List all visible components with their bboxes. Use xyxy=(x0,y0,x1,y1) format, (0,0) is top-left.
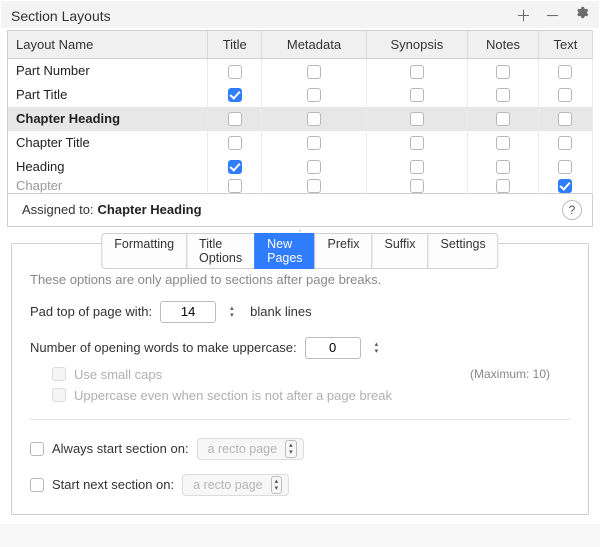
section-layouts-header: Section Layouts ＋ － xyxy=(1,1,599,28)
notes-checkbox[interactable] xyxy=(496,88,510,102)
notes-checkbox[interactable] xyxy=(496,65,510,79)
always-start-checkbox[interactable] xyxy=(30,442,44,456)
small-caps-checkbox xyxy=(52,367,66,381)
words-stepper[interactable]: ▴▾ xyxy=(375,341,387,355)
always-start-label: Always start section on: xyxy=(52,441,189,456)
text-checkbox[interactable] xyxy=(558,88,572,102)
layouts-table: Layout Name Title Metadata Synopsis Note… xyxy=(7,30,593,194)
title-checkbox[interactable] xyxy=(228,88,242,102)
notes-checkbox[interactable] xyxy=(496,136,510,150)
text-checkbox[interactable] xyxy=(558,136,572,150)
remove-icon[interactable]: － xyxy=(545,5,560,26)
title-checkbox[interactable] xyxy=(228,112,242,126)
table-row[interactable]: Part Title xyxy=(8,83,593,107)
panel-title: Section Layouts xyxy=(11,8,516,24)
add-icon[interactable]: ＋ xyxy=(516,5,531,26)
metadata-checkbox[interactable] xyxy=(307,88,321,102)
words-value-field[interactable] xyxy=(305,337,361,359)
uppercase-always-label: Uppercase even when section is not after… xyxy=(74,388,392,403)
text-checkbox[interactable] xyxy=(558,160,572,174)
synopsis-checkbox[interactable] xyxy=(410,65,424,79)
text-checkbox[interactable] xyxy=(558,179,572,193)
tab-suffix[interactable]: Suffix xyxy=(372,233,429,269)
synopsis-checkbox[interactable] xyxy=(410,88,424,102)
metadata-checkbox[interactable] xyxy=(307,136,321,150)
assigned-value: Chapter Heading xyxy=(98,202,202,217)
assigned-label: Assigned to: xyxy=(22,202,94,217)
layout-name-cell[interactable]: Part Number xyxy=(8,59,208,83)
pad-suffix: blank lines xyxy=(250,304,311,319)
synopsis-checkbox[interactable] xyxy=(410,112,424,126)
max-note: (Maximum: 10) xyxy=(470,367,570,381)
uppercase-always-checkbox xyxy=(52,388,66,402)
metadata-checkbox[interactable] xyxy=(307,65,321,79)
tab-title-options[interactable]: Title Options xyxy=(186,233,255,269)
start-next-checkbox[interactable] xyxy=(30,478,44,492)
synopsis-checkbox[interactable] xyxy=(410,179,424,193)
help-icon[interactable]: ? xyxy=(562,200,582,220)
pane-note: These options are only applied to sectio… xyxy=(30,272,570,287)
layout-name-cell[interactable]: Chapter Heading xyxy=(8,107,208,131)
metadata-checkbox[interactable] xyxy=(307,179,321,193)
col-layout-name[interactable]: Layout Name xyxy=(8,31,208,59)
pad-stepper[interactable]: ▴▾ xyxy=(230,305,242,319)
col-title[interactable]: Title xyxy=(208,31,262,59)
metadata-checkbox[interactable] xyxy=(307,112,321,126)
tab-new-pages[interactable]: New Pages xyxy=(254,233,315,269)
title-checkbox[interactable] xyxy=(228,136,242,150)
col-metadata[interactable]: Metadata xyxy=(262,31,366,59)
notes-checkbox[interactable] xyxy=(496,179,510,193)
text-checkbox[interactable] xyxy=(558,112,572,126)
pad-input[interactable] xyxy=(161,304,215,319)
layout-name-cell[interactable]: Part Title xyxy=(8,83,208,107)
words-label: Number of opening words to make uppercas… xyxy=(30,340,297,355)
title-checkbox[interactable] xyxy=(228,65,242,79)
metadata-checkbox[interactable] xyxy=(307,160,321,174)
table-row[interactable]: Chapter xyxy=(8,179,593,194)
col-notes[interactable]: Notes xyxy=(468,31,539,59)
layout-name-cell[interactable]: Chapter Title xyxy=(8,131,208,155)
options-tabset: FormattingTitle OptionsNew PagesPrefixSu… xyxy=(11,243,589,515)
chevron-updown-icon: ▴▾ xyxy=(271,476,283,494)
pad-label: Pad top of page with: xyxy=(30,304,152,319)
notes-checkbox[interactable] xyxy=(496,112,510,126)
col-text[interactable]: Text xyxy=(538,31,592,59)
text-checkbox[interactable] xyxy=(558,65,572,79)
pad-value-field[interactable] xyxy=(160,301,216,323)
synopsis-checkbox[interactable] xyxy=(410,136,424,150)
title-checkbox[interactable] xyxy=(228,160,242,174)
table-row[interactable]: Part Number xyxy=(8,59,593,83)
words-input[interactable] xyxy=(306,340,360,355)
title-checkbox[interactable] xyxy=(228,179,242,193)
tab-prefix[interactable]: Prefix xyxy=(315,233,373,269)
notes-checkbox[interactable] xyxy=(496,160,510,174)
tab-settings[interactable]: Settings xyxy=(428,233,499,269)
start-next-select: a recto page ▴▾ xyxy=(182,474,289,496)
table-row[interactable]: Chapter Title xyxy=(8,131,593,155)
assigned-bar: Assigned to: Chapter Heading ? xyxy=(7,194,593,227)
table-row[interactable]: Chapter Heading xyxy=(8,107,593,131)
table-row[interactable]: Heading xyxy=(8,155,593,179)
always-start-select: a recto page ▴▾ xyxy=(197,438,304,460)
layout-name-cell[interactable]: Heading xyxy=(8,155,208,179)
start-next-label: Start next section on: xyxy=(52,477,174,492)
chevron-updown-icon: ▴▾ xyxy=(285,440,297,458)
synopsis-checkbox[interactable] xyxy=(410,160,424,174)
layout-name-cell[interactable]: Chapter xyxy=(8,179,208,194)
col-synopsis[interactable]: Synopsis xyxy=(366,31,468,59)
tab-formatting[interactable]: Formatting xyxy=(101,233,187,269)
small-caps-label: Use small caps xyxy=(74,367,162,382)
gear-icon[interactable] xyxy=(574,5,589,26)
